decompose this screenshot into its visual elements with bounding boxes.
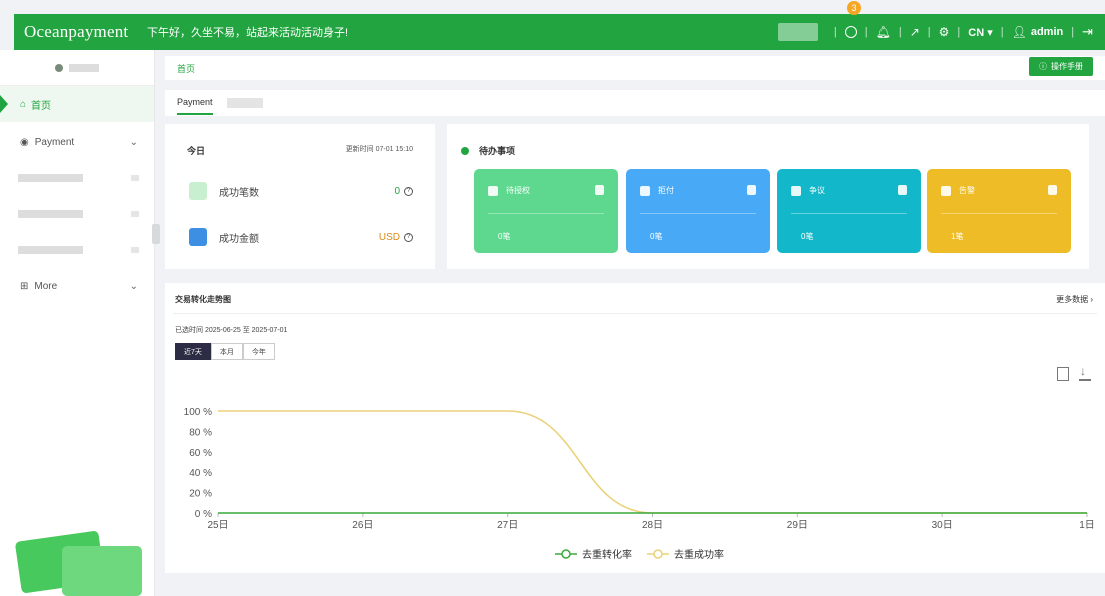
help-icon[interactable] [844,26,857,38]
legend-marker [653,549,663,559]
sidebar-subitem[interactable] [0,196,154,232]
todo-card-chargeback[interactable]: 拒付 0笔 [626,169,770,253]
alert-icon [640,185,650,196]
sidebar-subitem[interactable] [0,232,154,268]
logout-icon[interactable]: ⇥ [1082,24,1093,40]
info-icon[interactable]: ? [404,232,413,242]
wallet-icon [189,228,207,246]
chevron-down-icon: ⌄ [129,136,138,148]
sidebar-subitem[interactable] [0,160,154,196]
todo-icon [461,146,469,155]
language-select[interactable]: CN ▾ [968,26,992,39]
enter-icon[interactable] [595,185,604,195]
chat-icon [791,185,801,196]
y-tick-label: 100 % [184,407,212,418]
sidebar-item-more[interactable]: ⊞ More ⌄ [0,268,154,304]
logo[interactable]: Oceanpayment [14,22,139,42]
greeting-text: 下午好，久坐不易，站起来活动活动身子! [147,27,349,39]
tab-payment[interactable]: Payment [177,97,213,115]
x-tick-label: 28日 [642,520,663,531]
tab-secondary[interactable] [226,98,263,108]
help-icon: ⓘ [1039,62,1047,71]
x-tick-label: 26日 [352,520,373,531]
updated-time: 更新时间 07-01 15:10 [345,146,413,153]
info-icon[interactable]: ? [404,186,413,196]
document-icon [488,185,498,196]
user-name[interactable]: admin [1031,26,1063,38]
y-tick-label: 80 % [189,427,212,438]
tab-bar: Payment [165,90,1105,116]
series-line [217,410,1087,514]
legend-label: 去重转化率 [582,548,632,561]
y-tick-label: 60 % [189,448,212,459]
x-tick-label: 1日 [1079,520,1095,531]
trend-panel: 交易转化走势图 更多数据 › 已选时间 2025-06-25 至 2025-07… [165,283,1105,573]
manual-button[interactable]: ⓘ 操作手册 [1029,57,1093,76]
enter-icon[interactable] [1048,185,1057,195]
today-panel: 今日 更新时间 07-01 15:10 成功笔数 0 ? 成功金额 USD ? [165,124,435,269]
breadcrumb: 首页 [165,56,1105,80]
todo-card-alert[interactable]: 告警 1笔 [927,169,1071,253]
external-link-icon[interactable]: ↗ [910,25,920,39]
sidebar-collapse-handle[interactable] [152,224,160,244]
payment-icon: ◉ [20,136,29,148]
bank-card-illustration [14,530,142,596]
stat-success-amount: 成功金额 USD ? [189,228,413,246]
y-tick-label: 20 % [189,489,212,500]
merchant-icon [55,63,63,72]
sidebar-merchant [0,50,154,86]
top-right-tools: | | 🔔︎ | ↗ | ⚙ | CN ▾ | 👤︎ admin | ⇥ [777,14,1105,50]
legend-marker [561,549,571,559]
bell-icon[interactable]: 🔔︎ [876,25,891,39]
y-tick-label: 0 % [195,509,212,520]
user-icon: 👤︎ [1011,25,1027,39]
top-bar: Oceanpayment 下午好，久坐不易，站起来活动活动身子! | | 🔔︎ … [14,14,1105,50]
x-tick-label: 27日 [497,520,518,531]
todo-card-dispute[interactable]: 争议 0笔 [777,169,921,253]
enter-icon[interactable] [898,185,907,195]
y-tick-label: 40 % [189,468,212,479]
chevron-down-icon: ⌄ [129,280,138,292]
x-tick-label: 29日 [787,520,808,531]
card-icon [941,185,951,196]
settings-icon[interactable]: ⚙ [939,25,950,39]
home-icon: ⌂ [20,98,27,110]
notification-badge: 3 [847,1,861,15]
trend-line-chart: 0 % 20 % 40 % 60 % 80 % 100 % 25日 26日 27日 28日 29日 3… [184,407,1095,561]
legend-label: 去重成功率 [674,548,724,561]
breadcrumb-home[interactable]: 首页 [177,62,195,75]
sidebar-item-home[interactable]: ⌂ 首页 [0,86,154,122]
chart-icon [189,182,207,200]
sidebar-item-payment[interactable]: ◉ Payment ⌄ [0,124,154,160]
merchant-info [777,23,818,41]
todo-panel: 待办事项 待授权 0笔 拒付 0笔 争议 0笔 告警 1笔 [447,124,1089,269]
sidebar: ⌂ 首页 ◉ Payment ⌄ ⊞ More ⌄ [0,50,155,596]
todo-card-pending-auth[interactable]: 待授权 0笔 [474,169,618,253]
todo-title: 待办事项 [479,146,516,156]
today-title: 今日 [187,146,206,156]
grid-icon: ⊞ [20,280,29,292]
enter-icon[interactable] [747,185,756,195]
x-tick-label: 30日 [932,520,953,531]
stat-success-count: 成功笔数 0 ? [189,182,413,200]
x-tick-label: 25日 [207,520,228,531]
